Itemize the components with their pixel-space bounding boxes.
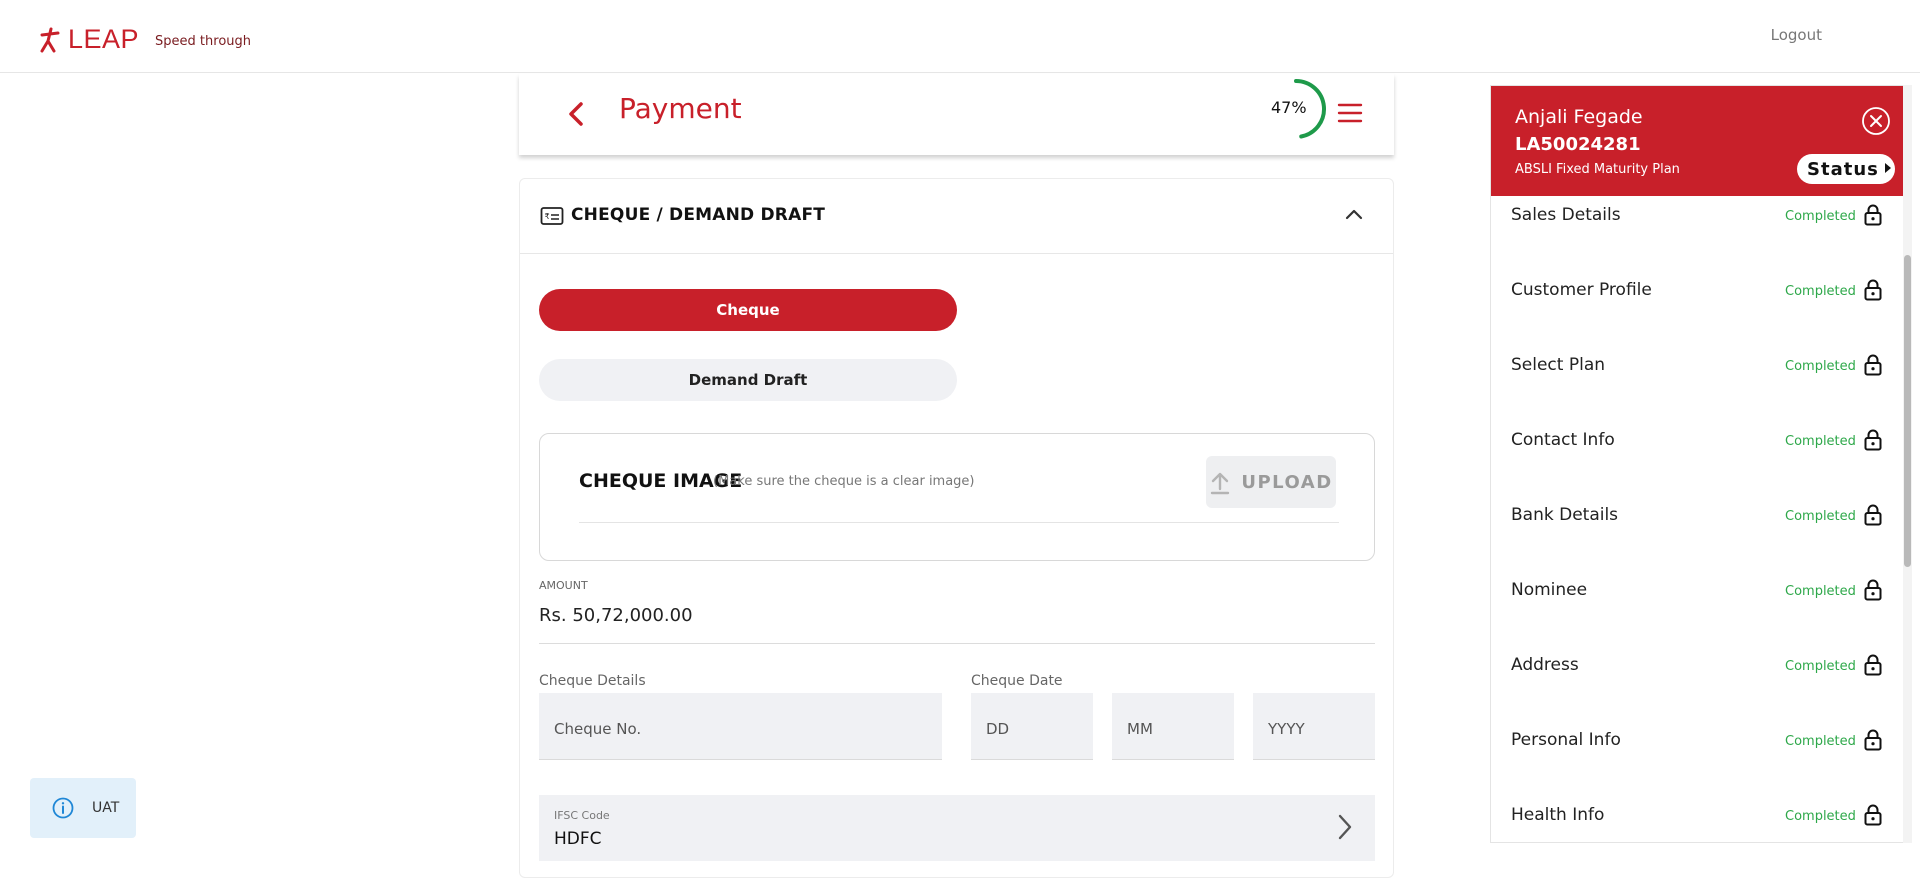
section-status: Completed (1785, 809, 1856, 824)
page-title: Payment (619, 92, 742, 125)
status-list-item[interactable]: Contact Info Completed (1491, 421, 1907, 496)
customer-summary-header: Anjali Fegade LA50024281 ABSLI Fixed Mat… (1491, 86, 1907, 196)
info-icon (52, 797, 74, 819)
section-status: Completed (1785, 584, 1856, 599)
section-name: Sales Details (1511, 205, 1621, 225)
section-header[interactable]: ₹ CHEQUE / DEMAND DRAFT (520, 179, 1393, 254)
section-status: Completed (1785, 284, 1856, 299)
upload-hint: (Make sure the cheque is a clear image) (713, 474, 975, 489)
status-list-item[interactable]: Customer Profile Completed (1491, 271, 1907, 346)
upload-arrow-icon (1211, 472, 1230, 495)
leap-logo[interactable]: LEAP Speed through (38, 24, 251, 55)
lock-icon (1864, 279, 1882, 301)
brand-tagline: Speed through (155, 34, 252, 49)
payment-card: ₹ CHEQUE / DEMAND DRAFT Cheque Demand Dr… (519, 178, 1394, 878)
cheque-details-label: Cheque Details (539, 673, 646, 689)
lock-icon (1864, 579, 1882, 601)
section-name: Contact Info (1511, 430, 1615, 450)
chevron-up-icon[interactable] (1345, 207, 1363, 221)
rupee-card-icon: ₹ (540, 207, 564, 225)
section-name: Health Info (1511, 805, 1605, 825)
section-status: Completed (1785, 434, 1856, 449)
status-list-item[interactable]: Nominee Completed (1491, 571, 1907, 646)
ifsc-code-selector[interactable]: IFSC Code HDFC (539, 795, 1375, 861)
section-status: Completed (1785, 359, 1856, 374)
side-panel-scrollbar[interactable] (1903, 85, 1912, 843)
lock-icon (1864, 429, 1882, 451)
lock-icon (1864, 354, 1882, 376)
status-list-item[interactable]: Select Plan Completed (1491, 346, 1907, 421)
chevron-right-icon (1338, 814, 1352, 840)
status-list-item[interactable]: Personal Info Completed (1491, 721, 1907, 796)
section-name: Address (1511, 655, 1579, 675)
section-title: CHEQUE / DEMAND DRAFT (571, 205, 826, 225)
section-status-list: Sales Details Completed Customer Profile Co… (1491, 196, 1907, 842)
lock-icon (1864, 204, 1882, 226)
lock-icon (1864, 504, 1882, 526)
top-bar: LEAP Speed through Logout (0, 0, 1920, 73)
lock-icon (1864, 654, 1882, 676)
back-arrow-icon[interactable] (561, 98, 591, 130)
plan-name: ABSLI Fixed Maturity Plan (1515, 162, 1680, 177)
cheque-date-dd-input[interactable]: DD (971, 693, 1093, 760)
ifsc-label: IFSC Code (554, 809, 610, 822)
section-name: Bank Details (1511, 505, 1619, 525)
section-status: Completed (1785, 734, 1856, 749)
scrollbar-thumb[interactable] (1904, 255, 1911, 567)
status-button-label: Status (1807, 158, 1879, 180)
status-button[interactable]: Status (1797, 154, 1895, 184)
status-list-item[interactable]: Sales Details Completed (1491, 196, 1907, 271)
section-status: Completed (1785, 509, 1856, 524)
application-id: LA50024281 (1515, 134, 1641, 155)
environment-label: UAT (92, 800, 120, 816)
upload-button-label: UPLOAD (1241, 471, 1333, 493)
logout-link[interactable]: Logout (1771, 26, 1822, 44)
hamburger-menu-icon[interactable] (1337, 102, 1363, 124)
status-list-item[interactable]: Bank Details Completed (1491, 496, 1907, 571)
status-list-item[interactable]: Address Completed (1491, 646, 1907, 721)
svg-text:₹: ₹ (545, 212, 550, 221)
caret-right-icon (1885, 163, 1891, 173)
application-status-panel: Anjali Fegade LA50024281 ABSLI Fixed Mat… (1490, 85, 1908, 843)
brand-name: LEAP (68, 24, 140, 54)
status-list-item[interactable]: Health Info Completed (1491, 796, 1907, 842)
runner-logo-icon (40, 27, 60, 52)
section-name: Select Plan (1511, 355, 1606, 375)
upload-button[interactable]: UPLOAD (1206, 456, 1336, 508)
cheque-date-mm-input[interactable]: MM (1112, 693, 1234, 760)
section-name: Personal Info (1511, 730, 1621, 750)
section-status: Completed (1785, 659, 1856, 674)
cheque-date-label: Cheque Date (971, 673, 1063, 689)
section-status: Completed (1785, 209, 1856, 224)
amount-value: Rs. 50,72,000.00 (539, 605, 693, 626)
ifsc-value: HDFC (554, 829, 602, 849)
section-name: Customer Profile (1511, 280, 1652, 300)
page-header: Payment 47% (519, 74, 1394, 155)
section-name: Nominee (1511, 580, 1588, 600)
amount-label: AMOUNT (539, 579, 588, 592)
divider (579, 522, 1339, 523)
cheque-number-input[interactable]: Cheque No. (539, 693, 942, 760)
progress-percent: 47% (1271, 98, 1307, 117)
lock-icon (1864, 729, 1882, 751)
customer-name: Anjali Fegade (1515, 106, 1643, 128)
cheque-option-button[interactable]: Cheque (539, 289, 957, 331)
environment-badge: UAT (30, 778, 136, 838)
close-icon[interactable] (1861, 106, 1891, 136)
cheque-image-upload-box: CHEQUE IMAGE (Make sure the cheque is a … (539, 433, 1375, 561)
lock-icon (1864, 804, 1882, 826)
demand-draft-option-button[interactable]: Demand Draft (539, 359, 957, 401)
divider (539, 643, 1375, 644)
cheque-date-yyyy-input[interactable]: YYYY (1253, 693, 1375, 760)
